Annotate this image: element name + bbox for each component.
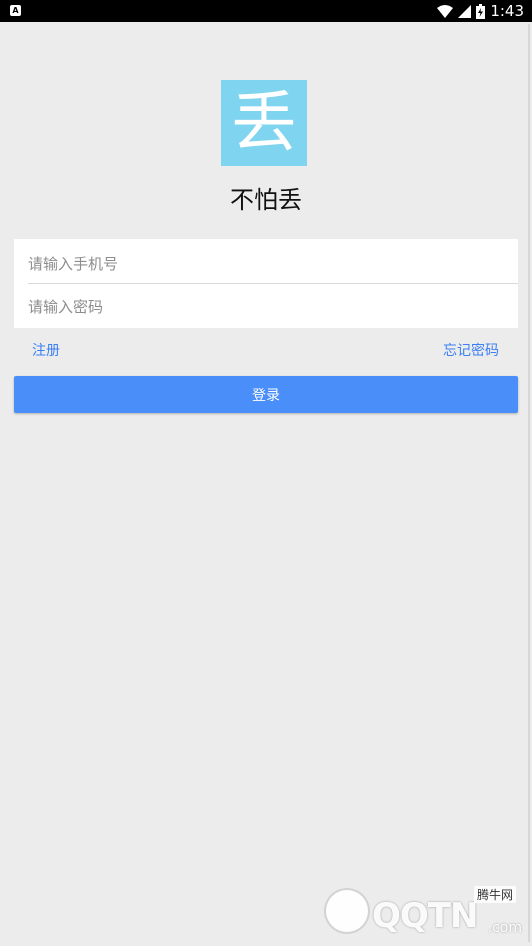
watermark-logo-icon: [324, 888, 370, 934]
app-logo: 丢: [221, 80, 307, 166]
watermark: QQTN .com 腾牛网: [322, 884, 522, 940]
app-name: 不怕丢: [230, 186, 302, 214]
register-link[interactable]: 注册: [32, 340, 60, 360]
password-input[interactable]: [28, 285, 518, 329]
status-time: 1:43: [490, 2, 524, 20]
watermark-cn-name: 腾牛网: [473, 886, 516, 903]
phone-input[interactable]: [28, 242, 518, 286]
signal-icon: [458, 4, 472, 18]
login-form: [14, 239, 518, 329]
status-icons: 1:43: [437, 0, 524, 22]
watermark-brand: QQTN: [372, 896, 478, 936]
battery-icon: [476, 3, 486, 19]
notification-a-icon: A: [10, 5, 21, 16]
app-logo-glyph: 丢: [231, 84, 297, 161]
wifi-icon: [437, 4, 454, 18]
scroll-indicator: [528, 24, 530, 942]
status-bar: A 1:43: [0, 0, 532, 22]
form-divider: [28, 283, 518, 284]
forgot-password-link[interactable]: 忘记密码: [443, 340, 499, 360]
watermark-domain: .com: [487, 920, 522, 936]
login-button[interactable]: 登录: [14, 376, 518, 413]
